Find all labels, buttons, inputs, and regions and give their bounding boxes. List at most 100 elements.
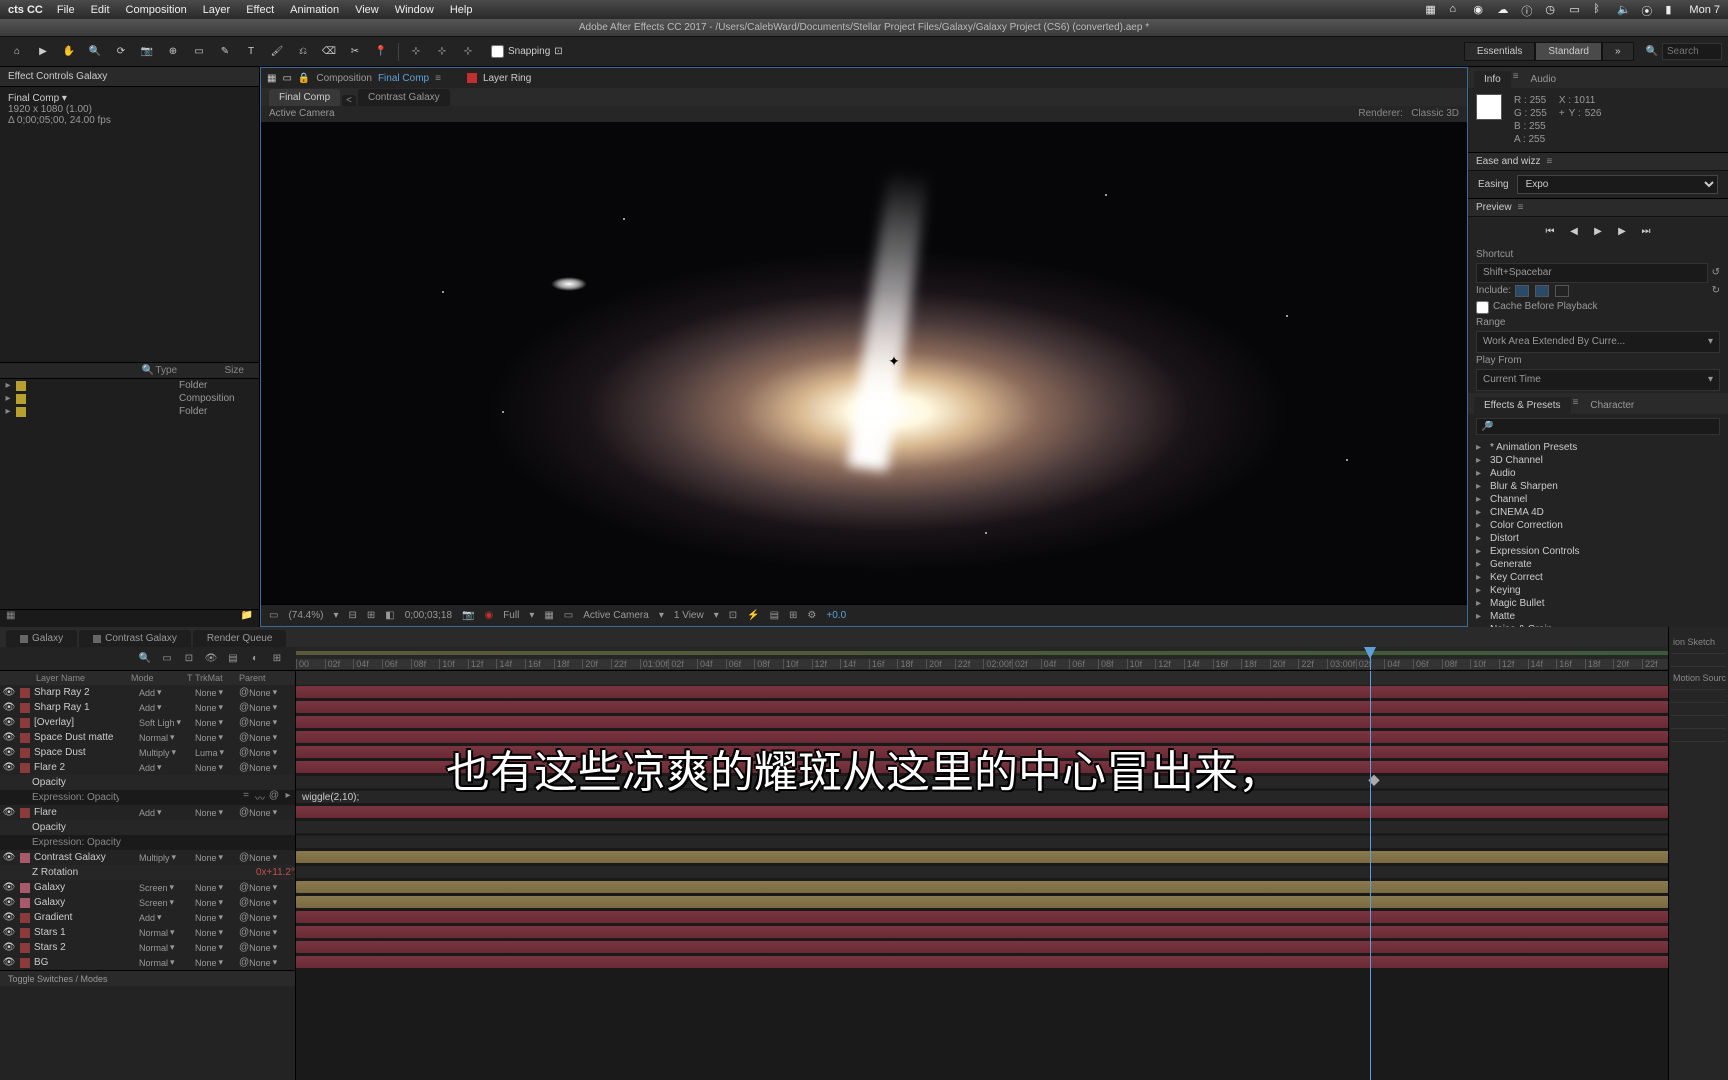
channel-icon[interactable]: ◉: [484, 610, 493, 621]
property-track[interactable]: [296, 865, 1728, 880]
brush-tool-icon[interactable]: 🖌: [266, 41, 288, 63]
label-swatch[interactable]: [20, 958, 30, 968]
expression-track[interactable]: [296, 835, 1728, 850]
layer-name[interactable]: [Overlay]: [32, 717, 139, 728]
parent-dropdown[interactable]: None ▾: [249, 927, 277, 938]
ruler-tick[interactable]: 18f: [1241, 659, 1270, 669]
expr-lang-icon[interactable]: ▸: [281, 790, 295, 805]
ruler-tick[interactable]: 20f: [926, 659, 955, 669]
layer-name[interactable]: BG: [32, 957, 139, 968]
parent-dropdown[interactable]: None ▾: [249, 687, 277, 698]
easing-select[interactable]: Expo: [1517, 175, 1718, 194]
comp-mini-icon[interactable]: ▭: [158, 651, 176, 667]
label-swatch[interactable]: [20, 928, 30, 938]
ruler-tick[interactable]: 16f: [869, 659, 898, 669]
layer-bar[interactable]: [296, 881, 1728, 893]
comp-name[interactable]: Final Comp: [8, 93, 59, 104]
ruler-tick[interactable]: 22f: [1642, 659, 1671, 669]
layer-bar[interactable]: [296, 686, 1728, 698]
circle-icon[interactable]: ◉: [1473, 3, 1487, 17]
ruler-tick[interactable]: 10f: [783, 659, 812, 669]
cache-checkbox[interactable]: [1476, 301, 1489, 314]
layer-bar[interactable]: [296, 731, 1728, 743]
label-swatch[interactable]: [20, 913, 30, 923]
layer-track[interactable]: [296, 685, 1728, 700]
panel-header[interactable]: ion Sketch: [1671, 631, 1726, 654]
layer-ring-label[interactable]: Layer Ring: [483, 73, 531, 84]
mode-dropdown[interactable]: Add ▾: [139, 912, 162, 923]
ruler-tick[interactable]: 08f: [754, 659, 783, 669]
rotate-tool-icon[interactable]: ⟳: [110, 41, 132, 63]
mode-dropdown[interactable]: Screen ▾: [139, 897, 174, 908]
label-swatch[interactable]: [20, 883, 30, 893]
layer-track[interactable]: [296, 910, 1728, 925]
menu-effect[interactable]: Effect: [246, 4, 274, 16]
property-track[interactable]: [296, 820, 1728, 835]
parent-dropdown[interactable]: None ▾: [249, 702, 277, 713]
mag-value[interactable]: (74.4%): [288, 610, 323, 621]
mode-dropdown[interactable]: Normal ▾: [139, 927, 175, 938]
interpret-icon[interactable]: ▦: [6, 610, 15, 621]
view-count[interactable]: 1 View: [674, 610, 704, 621]
visibility-icon[interactable]: 👁: [0, 912, 18, 923]
effect-category[interactable]: ▸Expression Controls: [1472, 545, 1724, 558]
layer-row[interactable]: 👁 [Overlay] Soft Ligh ▾ None ▾ @None ▾: [0, 715, 295, 730]
reset-icon[interactable]: ↺: [1712, 265, 1720, 281]
project-panel-header[interactable]: Effect Controls Galaxy: [0, 67, 259, 87]
layer-track[interactable]: [296, 850, 1728, 865]
ruler-tick[interactable]: 08f: [411, 659, 440, 669]
timeline-tab-galaxy[interactable]: Galaxy: [6, 630, 77, 647]
col-mode[interactable]: Mode: [131, 673, 187, 683]
pickwhip-icon[interactable]: @: [239, 882, 249, 893]
trkmat-dropdown[interactable]: None ▾: [195, 942, 223, 953]
shortcut-value[interactable]: Shift+Spacebar: [1476, 263, 1708, 283]
clock-icon[interactable]: ◷: [1545, 3, 1559, 17]
layer-row[interactable]: 👁 Stars 1 Normal ▾ None ▾ @None ▾: [0, 925, 295, 940]
search-input[interactable]: [1662, 43, 1722, 60]
ruler-tick[interactable]: 22f: [611, 659, 640, 669]
trkmat-dropdown[interactable]: Luma ▾: [195, 747, 224, 758]
pickwhip-icon[interactable]: @: [239, 897, 249, 908]
layer-bar[interactable]: [296, 716, 1728, 728]
parent-dropdown[interactable]: None ▾: [249, 762, 277, 773]
ruler-tick[interactable]: 18f: [1585, 659, 1614, 669]
layer-row[interactable]: 👁 Galaxy Screen ▾ None ▾ @None ▾: [0, 895, 295, 910]
layer-track[interactable]: [296, 805, 1728, 820]
camera-dd[interactable]: Active Camera: [583, 610, 649, 621]
project-item[interactable]: ▸ Folder: [0, 405, 259, 418]
effects-list[interactable]: ▸* Animation Presets▸3D Channel▸Audio▸Bl…: [1468, 439, 1728, 627]
motion-blur-icon[interactable]: ◐: [246, 651, 264, 667]
mode-dropdown[interactable]: Soft Ligh ▾: [139, 717, 181, 728]
label-swatch[interactable]: [20, 718, 30, 728]
gear-icon[interactable]: ⚙: [807, 610, 816, 621]
layer-track[interactable]: [296, 700, 1728, 715]
property-name[interactable]: Opacity: [30, 777, 295, 788]
label-swatch[interactable]: [20, 748, 30, 758]
transparency-icon[interactable]: ▦: [544, 610, 553, 621]
property-name[interactable]: Z Rotation: [30, 867, 256, 878]
mode-dropdown[interactable]: Multiply ▾: [139, 852, 176, 863]
wifi-icon[interactable]: ⦿: [1641, 3, 1655, 17]
ruler-tick[interactable]: 12f: [1499, 659, 1528, 669]
timeline-tab-render[interactable]: Render Queue: [193, 630, 287, 647]
trkmat-dropdown[interactable]: None ▾: [195, 762, 223, 773]
ruler-tick[interactable]: 02f: [668, 659, 697, 669]
menu-file[interactable]: File: [57, 4, 75, 16]
tv-icon[interactable]: ⌂: [1449, 3, 1463, 17]
folder-icon[interactable]: 📁: [241, 610, 253, 621]
pickwhip-icon[interactable]: @: [239, 732, 249, 743]
mask-icon[interactable]: ◧: [385, 610, 394, 621]
ruler-tick[interactable]: 04f: [1384, 659, 1413, 669]
axis-world-icon[interactable]: ⊹: [431, 41, 453, 63]
col-trkmat[interactable]: TrkMat: [195, 673, 239, 683]
workspace-essentials[interactable]: Essentials: [1464, 42, 1536, 61]
effect-category[interactable]: ▸Magic Bullet: [1472, 597, 1724, 610]
mode-dropdown[interactable]: Add ▾: [139, 807, 162, 818]
ruler-tick[interactable]: 04f: [697, 659, 726, 669]
layer-bar[interactable]: [296, 926, 1728, 938]
puppet-tool-icon[interactable]: 📍: [370, 41, 392, 63]
layer-track[interactable]: [296, 745, 1728, 760]
expr-enable-icon[interactable]: =: [239, 790, 253, 805]
ruler-tick[interactable]: 08f: [1442, 659, 1471, 669]
pickwhip-icon[interactable]: @: [239, 702, 249, 713]
